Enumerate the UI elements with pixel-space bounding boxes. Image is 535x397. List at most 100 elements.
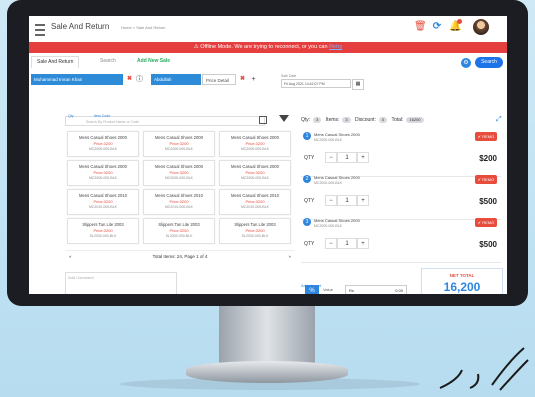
net-total-label: NET TOTAL bbox=[449, 273, 475, 278]
price-list-select[interactable]: Price Detail bbox=[202, 74, 236, 85]
increment-button[interactable]: + bbox=[357, 152, 369, 163]
tab-bar: Sale And Return Search Add New Sale bbox=[29, 56, 507, 68]
product-code: SL2003-000-BLK bbox=[89, 234, 117, 238]
product-card[interactable]: Mens Casual Shoes 2010 Price:3200 MC2010-0… bbox=[67, 189, 139, 215]
clear-price-button[interactable]: ✖ bbox=[238, 75, 247, 84]
product-search-input[interactable]: Qty Item Code Search By Product Name or … bbox=[65, 114, 265, 126]
total-value: 16200 bbox=[406, 117, 424, 123]
decorative-flourish bbox=[439, 347, 529, 391]
cart-item-total: $500 bbox=[479, 240, 497, 249]
prev-page-button[interactable]: « bbox=[69, 251, 72, 262]
product-card[interactable]: Slippers Tan Lite 2003 Price:3200 SL2003-0… bbox=[67, 218, 139, 244]
product-card[interactable]: Mens Casual Shoes 2000 Price:3200 MC2000-0… bbox=[219, 131, 291, 157]
product-card[interactable]: Mens Casual Shoes 2000 Price:3200 MC2000-0… bbox=[67, 160, 139, 186]
warehouse-select[interactable]: Abdullah bbox=[151, 74, 201, 85]
cart-item-number: 3 bbox=[303, 218, 311, 226]
clear-customer-button[interactable]: ✖ bbox=[125, 75, 134, 84]
search-placeholder: Search By Product Name or Code bbox=[86, 120, 139, 124]
sale-date-field[interactable]: Fri Aug 2021 14:42:07 PM bbox=[281, 79, 351, 88]
discount-label: Discount: bbox=[355, 117, 376, 123]
cart-item: 3 Mens Casual Shoes 2000 MC2000-000-BLK ✔ R… bbox=[301, 216, 501, 263]
remove-item-button[interactable]: ✔ REMO bbox=[475, 218, 497, 227]
product-code: MC2000-000-BLK bbox=[240, 176, 269, 180]
product-name: Mens Casual Shoes 2010 bbox=[79, 193, 127, 198]
increment-button[interactable]: + bbox=[357, 238, 369, 249]
product-code: MC2000-000-BLK bbox=[240, 147, 269, 151]
product-name: Mens Casual Shoes 2010 bbox=[155, 193, 203, 198]
tab-sale-and-return[interactable]: Sale And Return bbox=[31, 56, 80, 68]
product-code: MC2000-000-BLK bbox=[88, 176, 117, 180]
app-screen: Sale And Return Home > Sale And Return 🗑… bbox=[29, 16, 507, 294]
calendar-icon[interactable]: ▦ bbox=[352, 79, 364, 90]
cart-item-name: Mens Casual Shoes 2000 bbox=[314, 175, 360, 180]
expand-icon[interactable]: ⤢ bbox=[496, 116, 502, 124]
product-name: Mens Casual Shoes 2010 bbox=[231, 193, 279, 198]
percent-toggle[interactable]: % bbox=[305, 285, 319, 294]
qty-label: Qty: bbox=[301, 117, 311, 123]
product-card[interactable]: Slippers Tan Lite 2003 Price:3200 SL2003-0… bbox=[219, 218, 291, 244]
product-name: Mens Casual Shoes 2000 bbox=[79, 135, 127, 140]
page-title: Sale And Return bbox=[51, 22, 110, 31]
product-name: Mens Casual Shoes 2000 bbox=[155, 135, 203, 140]
alert-text: ⚠ Offline Mode. We are trying to reconne… bbox=[193, 44, 328, 50]
adjustment-amount: 0.00 bbox=[395, 288, 403, 293]
add-customer-button[interactable]: + bbox=[249, 75, 258, 84]
decrement-button[interactable]: − bbox=[325, 152, 337, 163]
customer-select[interactable]: Muhammad Imran Khan bbox=[31, 74, 123, 85]
product-card[interactable]: Mens Casual Shoes 2010 Price:3200 MC2010-0… bbox=[219, 189, 291, 215]
currency-label: Rs bbox=[349, 288, 354, 293]
alert-retry-link[interactable]: Retry bbox=[329, 44, 342, 50]
qty-label: QTY bbox=[304, 155, 315, 161]
value-toggle[interactable]: Value bbox=[323, 287, 333, 292]
monitor-stand bbox=[219, 306, 315, 364]
info-icon[interactable]: ⓘ bbox=[135, 75, 144, 84]
product-name: Slippers Tan Lite 2003 bbox=[234, 222, 276, 227]
trash-icon[interactable]: 🗑 bbox=[414, 21, 427, 33]
pagination-text: Total Items: 24, Page 1 of 4 bbox=[152, 254, 208, 259]
quantity-input[interactable]: 1 bbox=[337, 238, 357, 249]
cart-item-code: MC2000-000-BLK bbox=[314, 181, 343, 185]
product-price: Price:3200 bbox=[245, 199, 265, 204]
product-code: SL2003-000-BLK bbox=[165, 234, 193, 238]
increment-button[interactable]: + bbox=[357, 195, 369, 206]
product-price: Price:3200 bbox=[93, 141, 113, 146]
filter-icon[interactable] bbox=[279, 115, 289, 122]
net-total-box: NET TOTAL 16,200 bbox=[421, 268, 503, 294]
menu-icon[interactable] bbox=[35, 24, 45, 36]
product-card[interactable]: Mens Casual Shoes 2000 Price:3200 MC2000-0… bbox=[219, 160, 291, 186]
adjustment-input[interactable]: Rs 0.00 bbox=[345, 285, 407, 294]
product-code: MC2000-000-BLK bbox=[88, 147, 117, 151]
breadcrumb[interactable]: Home > Sale And Return bbox=[121, 25, 165, 30]
search-button[interactable]: Search bbox=[475, 57, 503, 68]
product-card[interactable]: Mens Casual Shoes 2000 Price:3200 MC2000-0… bbox=[143, 160, 215, 186]
total-label: Total: bbox=[391, 117, 404, 123]
product-card[interactable]: Mens Casual Shoes 2010 Price:3200 MC2010-0… bbox=[143, 189, 215, 215]
grid-icon[interactable] bbox=[259, 116, 267, 124]
gear-icon[interactable]: ⚙ bbox=[461, 58, 471, 68]
quantity-input[interactable]: 1 bbox=[337, 152, 357, 163]
product-code: MC2010-000-BLK bbox=[240, 205, 269, 209]
product-card[interactable]: Slippers Tan Lite 2003 Price:3200 SL2003-0… bbox=[143, 218, 215, 244]
product-price: Price:3200 bbox=[169, 228, 189, 233]
avatar[interactable] bbox=[473, 19, 489, 35]
product-card[interactable]: Mens Casual Shoes 2000 Price:3200 MC2000-0… bbox=[67, 131, 139, 157]
product-name: Mens Casual Shoes 2000 bbox=[155, 164, 203, 169]
cart-item: 2 Mens Casual Shoes 2000 MC2000-000-BLK ✔ R… bbox=[301, 173, 501, 220]
comment-field[interactable]: Add Comment bbox=[65, 272, 177, 294]
tab-search[interactable]: Search bbox=[95, 56, 121, 67]
remove-item-button[interactable]: ✔ REMO bbox=[475, 175, 497, 184]
decrement-button[interactable]: − bbox=[325, 195, 337, 206]
remove-item-button[interactable]: ✔ REMO bbox=[475, 132, 497, 141]
cart-summary: Qty: 3 Items: 3 Discount: 0 Total: 16200 bbox=[301, 114, 501, 126]
sync-icon[interactable]: ⟳ bbox=[431, 21, 443, 33]
tab-add-new-sale[interactable]: Add New Sale bbox=[132, 56, 175, 67]
product-price: Price:3200 bbox=[169, 141, 189, 146]
cart-item-number: 1 bbox=[303, 132, 311, 140]
cart-item: 1 Mens Casual Shoes 2000 MC2000-000-BLK ✔ R… bbox=[301, 130, 501, 177]
product-card[interactable]: Mens Casual Shoes 2000 Price:3200 MC2000-0… bbox=[143, 131, 215, 157]
quantity-input[interactable]: 1 bbox=[337, 195, 357, 206]
product-price: Price:3200 bbox=[93, 228, 113, 233]
next-page-button[interactable]: » bbox=[288, 251, 291, 262]
decrement-button[interactable]: − bbox=[325, 238, 337, 249]
product-price: Price:3200 bbox=[245, 141, 265, 146]
